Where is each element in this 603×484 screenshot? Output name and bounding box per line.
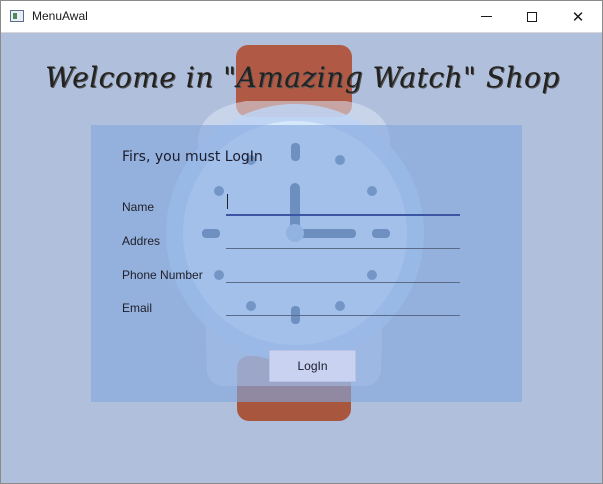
- phone-label: Phone Number: [122, 268, 203, 282]
- text-caret: [227, 194, 228, 209]
- phone-input[interactable]: [226, 261, 460, 283]
- email-label: Email: [122, 301, 153, 315]
- title-bar[interactable]: MenuAwal ✕: [1, 1, 602, 33]
- email-input[interactable]: [226, 294, 460, 316]
- maximize-icon: [527, 11, 537, 22]
- minimize-icon: [480, 16, 492, 17]
- maximize-button[interactable]: [509, 1, 555, 32]
- login-button[interactable]: LogIn: [269, 350, 356, 382]
- welcome-heading: Welcome in "Amazing Watch" Shop: [45, 61, 560, 94]
- address-input[interactable]: [226, 227, 460, 249]
- address-label: Addres: [122, 234, 161, 248]
- main-window: Welcome in "Amazing Watch" Shop Firs, yo…: [0, 0, 603, 484]
- minimize-button[interactable]: [463, 1, 509, 32]
- name-label: Name: [122, 200, 155, 214]
- close-icon: ✕: [571, 7, 585, 26]
- window-app-icon: [10, 10, 24, 22]
- window-title: MenuAwal: [32, 9, 88, 23]
- close-button[interactable]: ✕: [555, 1, 601, 32]
- login-subtitle: Firs, you must LogIn: [122, 149, 263, 165]
- name-input[interactable]: [226, 194, 460, 216]
